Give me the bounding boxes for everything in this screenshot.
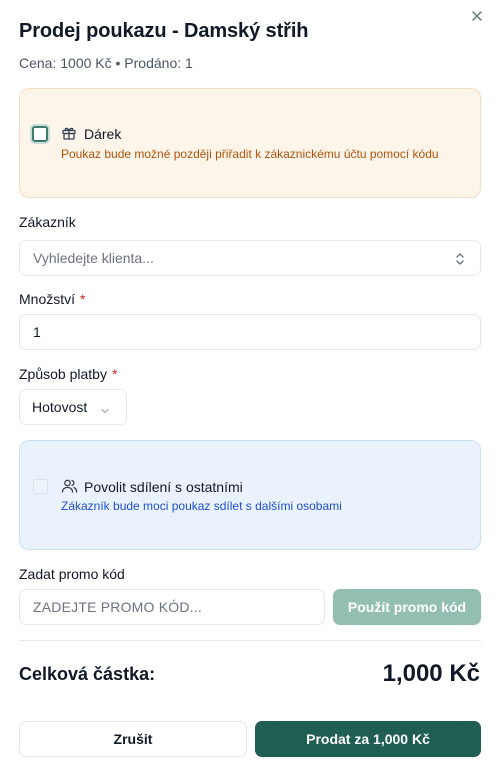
close-icon[interactable] [469,8,485,24]
sell-button[interactable]: Prodat za 1,000 Kč [255,721,481,757]
chevron-down-icon [100,403,110,414]
customer-search-placeholder: Vyhledejte klienta... [33,250,154,266]
dialog-subtitle: Cena: 1000 Kč • Prodáno: 1 [19,55,193,71]
cancel-button[interactable]: Zrušit [19,721,247,757]
quantity-label-text: Množství [19,291,76,307]
quantity-label: Množství * [19,291,85,307]
chevrons-up-down-icon [454,252,466,266]
sharing-description: Zákazník bude moci poukaz sdílet s další… [61,499,342,513]
payment-method-value: Hotovost [32,399,88,415]
sharing-option-panel: Povolit sdílení s ostatními Zákazník bud… [19,440,481,550]
gift-icon [61,125,77,141]
gift-label[interactable]: Dárek [84,126,121,142]
total-amount-label: Celková částka: [19,664,156,684]
total-amount-value: 1,000 Kč [382,660,480,687]
customer-search-combobox[interactable]: Vyhledejte klienta... [19,240,481,276]
payment-method-select[interactable]: Hotovost [19,389,127,425]
sharing-checkbox[interactable] [33,479,48,494]
promo-code-input[interactable]: ZADEJTE PROMO KÓD... [19,589,325,625]
users-icon [61,478,78,494]
payment-required-mark: * [111,366,118,382]
gift-option-panel: Dárek Poukaz bude možné později přiřadit… [19,88,481,198]
gift-checkbox[interactable] [32,126,48,142]
sharing-label[interactable]: Povolit sdílení s ostatními [84,479,243,495]
promo-code-label: Zadat promo kód [19,566,125,582]
promo-code-placeholder: ZADEJTE PROMO KÓD... [33,599,202,615]
apply-promo-button[interactable]: Použít promo kód [333,589,481,625]
payment-method-label: Způsob platby * [19,366,117,382]
quantity-value: 1 [33,324,41,340]
quantity-required-mark: * [80,291,86,307]
customer-label: Zákazník [19,214,76,230]
payment-method-label-text: Způsob platby [19,366,107,382]
dialog-title: Prodej poukazu - Damský střih [19,20,309,42]
gift-description: Poukaz bude možné později přiřadit k zák… [61,147,439,161]
divider [19,640,481,641]
quantity-field[interactable]: 1 [19,314,481,350]
